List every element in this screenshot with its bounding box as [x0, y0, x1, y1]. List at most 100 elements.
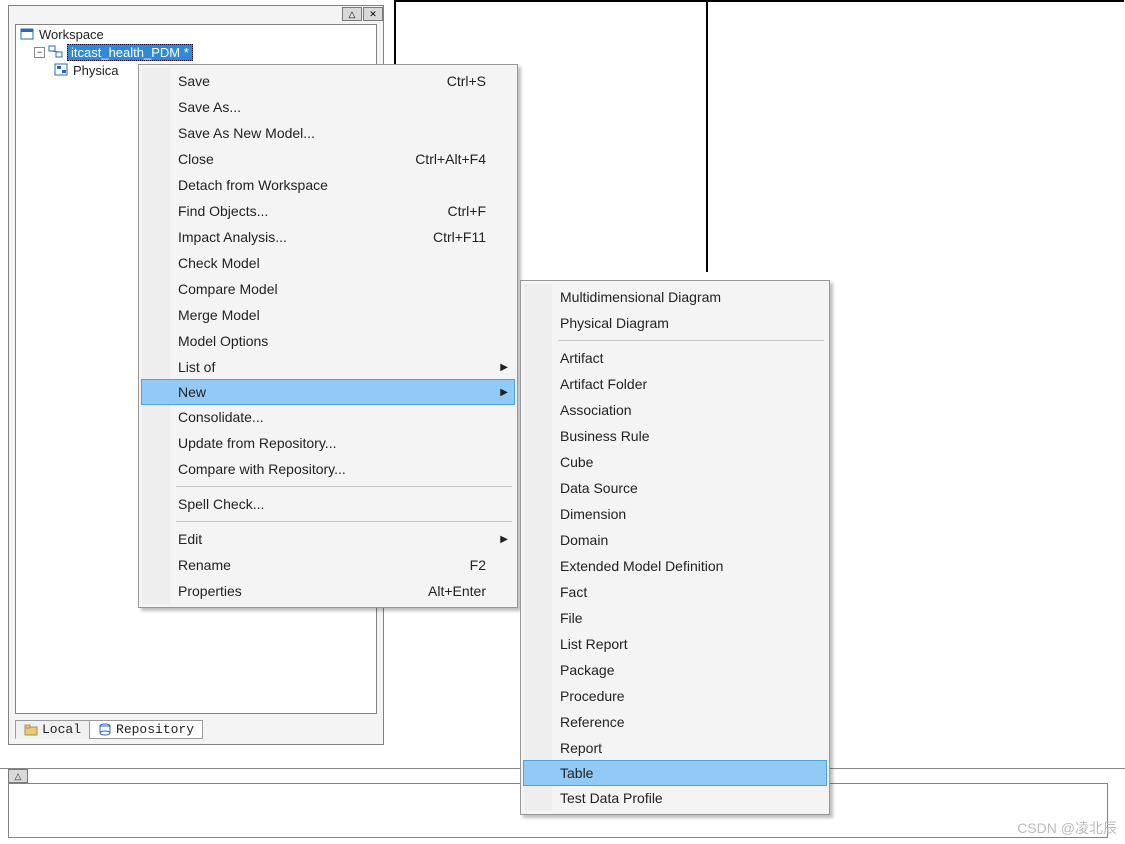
menu-new-artifact[interactable]: Artifact	[524, 345, 826, 371]
menu-new-package-label: Package	[560, 662, 798, 678]
menu-impact-analysis-shortcut: Ctrl+F11	[433, 229, 486, 245]
menu-save-shortcut: Ctrl+S	[447, 73, 486, 89]
menu-compare-with-repository[interactable]: Compare with Repository...	[142, 456, 514, 482]
tree-item-physical-label: Physica	[73, 63, 119, 78]
menu-new-artifact-folder-label: Artifact Folder	[560, 376, 798, 392]
menu-new-physical-diagram-label: Physical Diagram	[560, 315, 798, 331]
context-menu-new: Multidimensional Diagram Physical Diagram…	[520, 280, 830, 815]
tree-item-pdm[interactable]: − itcast_health_PDM *	[16, 43, 376, 61]
menu-new-fact[interactable]: Fact	[524, 579, 826, 605]
menu-new-extended-model-definition[interactable]: Extended Model Definition	[524, 553, 826, 579]
menu-update-from-repository[interactable]: Update from Repository...	[142, 430, 514, 456]
menu-properties-shortcut: Alt+Enter	[428, 583, 486, 599]
menu-new-data-source-label: Data Source	[560, 480, 798, 496]
menu-new-artifact-label: Artifact	[560, 350, 798, 366]
menu-new-multidimensional-diagram-label: Multidimensional Diagram	[560, 289, 798, 305]
menu-new-label: New	[178, 384, 486, 400]
context-menu-main: SaveCtrl+S Save As... Save As New Model...…	[138, 64, 518, 608]
menu-new-package[interactable]: Package	[524, 657, 826, 683]
menu-new-file[interactable]: File	[524, 605, 826, 631]
menu-new-business-rule[interactable]: Business Rule	[524, 423, 826, 449]
menu-new-association-label: Association	[560, 402, 798, 418]
menu-new-list-report[interactable]: List Report	[524, 631, 826, 657]
output-pin-button[interactable]: △	[8, 769, 28, 783]
chevron-right-icon: ▶	[500, 362, 508, 373]
menu-spell-check-label: Spell Check...	[178, 496, 486, 512]
menu-save[interactable]: SaveCtrl+S	[142, 68, 514, 94]
panel-titlebar: △ ✕	[341, 6, 383, 22]
menu-close-label: Close	[178, 151, 415, 167]
menu-properties-label: Properties	[178, 583, 428, 599]
menu-new-table-label: Table	[560, 765, 798, 781]
menu-detach-from-workspace-label: Detach from Workspace	[178, 177, 486, 193]
tab-local-label: Local	[42, 722, 81, 737]
menu-check-model[interactable]: Check Model	[142, 250, 514, 276]
menu-detach-from-workspace[interactable]: Detach from Workspace	[142, 172, 514, 198]
menu-new-association[interactable]: Association	[524, 397, 826, 423]
menu-compare-with-repository-label: Compare with Repository...	[178, 461, 486, 477]
menu-rename-shortcut: F2	[470, 557, 486, 573]
menu-compare-model-label: Compare Model	[178, 281, 486, 297]
menu-new-artifact-folder[interactable]: Artifact Folder	[524, 371, 826, 397]
menu-list-of[interactable]: List of▶	[142, 354, 514, 380]
menu-new-extended-model-definition-label: Extended Model Definition	[560, 558, 798, 574]
menu-compare-model[interactable]: Compare Model	[142, 276, 514, 302]
menu-new-list-report-label: List Report	[560, 636, 798, 652]
menu-new-test-data-profile[interactable]: Test Data Profile	[524, 785, 826, 811]
menu-close-shortcut: Ctrl+Alt+F4	[415, 151, 486, 167]
menu-rename[interactable]: RenameF2	[142, 552, 514, 578]
menu-properties[interactable]: PropertiesAlt+Enter	[142, 578, 514, 604]
tree-root[interactable]: Workspace	[16, 25, 376, 43]
menu-impact-analysis[interactable]: Impact Analysis...Ctrl+F11	[142, 224, 514, 250]
menu-new-report[interactable]: Report	[524, 735, 826, 761]
menu-save-as-new-model[interactable]: Save As New Model...	[142, 120, 514, 146]
menu-edit[interactable]: Edit▶	[142, 526, 514, 552]
menu-find-objects-label: Find Objects...	[178, 203, 448, 219]
menu-new-reference[interactable]: Reference	[524, 709, 826, 735]
menu-impact-analysis-label: Impact Analysis...	[178, 229, 433, 245]
menu-close[interactable]: CloseCtrl+Alt+F4	[142, 146, 514, 172]
menu-new-fact-label: Fact	[560, 584, 798, 600]
browser-tabs: Local Repository	[15, 718, 202, 740]
menu-save-label: Save	[178, 73, 447, 89]
menu-new-dimension-label: Dimension	[560, 506, 798, 522]
menu-new-multidimensional-diagram[interactable]: Multidimensional Diagram	[524, 284, 826, 310]
menu-rename-label: Rename	[178, 557, 470, 573]
menu-new-business-rule-label: Business Rule	[560, 428, 798, 444]
menu-new-file-label: File	[560, 610, 798, 626]
menu-new-cube-label: Cube	[560, 454, 798, 470]
chevron-right-icon: ▶	[500, 534, 508, 545]
menu-separator	[176, 521, 512, 522]
menu-save-as[interactable]: Save As...	[142, 94, 514, 120]
pin-button[interactable]: △	[342, 7, 362, 21]
menu-save-as-label: Save As...	[178, 99, 486, 115]
canvas-page-divider	[706, 2, 708, 272]
tree-root-label: Workspace	[39, 27, 104, 42]
menu-save-as-new-model-label: Save As New Model...	[178, 125, 486, 141]
menu-new-report-label: Report	[560, 740, 798, 756]
watermark: CSDN @凌北辰	[1017, 818, 1117, 838]
menu-new-procedure-label: Procedure	[560, 688, 798, 704]
tab-repository-label: Repository	[116, 722, 194, 737]
menu-spell-check[interactable]: Spell Check...	[142, 491, 514, 517]
menu-new-physical-diagram[interactable]: Physical Diagram	[524, 310, 826, 336]
menu-new-domain[interactable]: Domain	[524, 527, 826, 553]
close-panel-button[interactable]: ✕	[363, 7, 383, 21]
menu-new-procedure[interactable]: Procedure	[524, 683, 826, 709]
tab-repository[interactable]: Repository	[89, 720, 203, 739]
menu-consolidate-label: Consolidate...	[178, 409, 486, 425]
menu-new-data-source[interactable]: Data Source	[524, 475, 826, 501]
menu-find-objects[interactable]: Find Objects...Ctrl+F	[142, 198, 514, 224]
menu-new-table[interactable]: Table	[523, 760, 827, 786]
menu-new[interactable]: New ▶	[141, 379, 515, 405]
menu-new-cube[interactable]: Cube	[524, 449, 826, 475]
tab-local[interactable]: Local	[15, 720, 90, 739]
collapse-icon[interactable]: −	[34, 47, 45, 58]
menu-merge-model[interactable]: Merge Model	[142, 302, 514, 328]
menu-new-domain-label: Domain	[560, 532, 798, 548]
menu-new-separator	[558, 340, 824, 341]
menu-model-options[interactable]: Model Options	[142, 328, 514, 354]
chevron-right-icon: ▶	[500, 387, 508, 398]
menu-consolidate[interactable]: Consolidate...	[142, 404, 514, 430]
menu-new-dimension[interactable]: Dimension	[524, 501, 826, 527]
